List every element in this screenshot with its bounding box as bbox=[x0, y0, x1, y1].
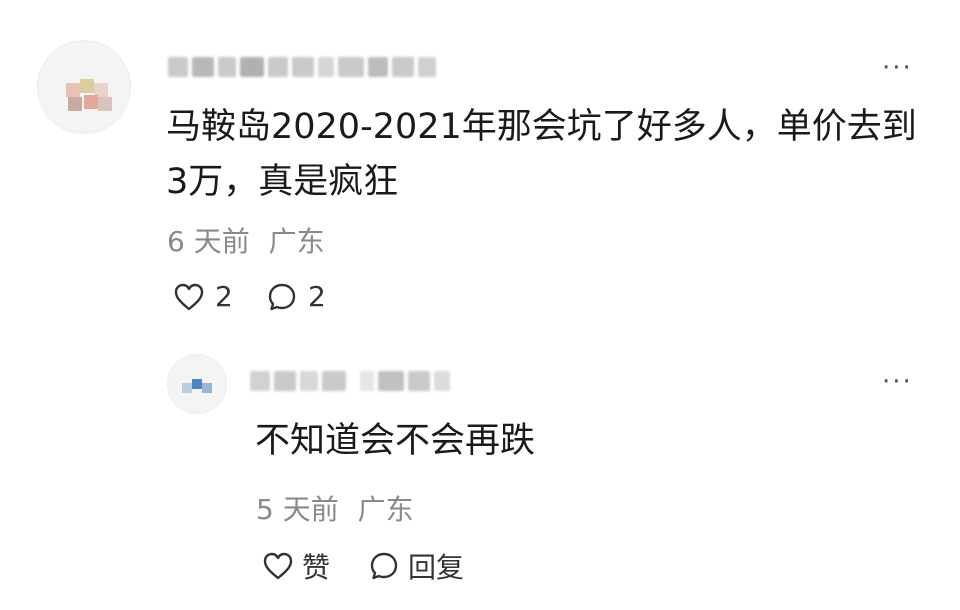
reply-like-button[interactable]: 赞 bbox=[262, 546, 330, 586]
reply-reply-button[interactable]: 回复 bbox=[368, 546, 464, 586]
comment-more-button[interactable]: ··· bbox=[882, 55, 913, 81]
heart-outline-icon bbox=[174, 283, 204, 310]
commenter-username-blurred[interactable] bbox=[168, 54, 436, 80]
replier-username-blurred[interactable] bbox=[250, 368, 450, 394]
replier-avatar[interactable] bbox=[167, 354, 227, 414]
reply-like-label: 赞 bbox=[302, 551, 331, 584]
commenter-avatar[interactable] bbox=[37, 40, 131, 134]
comment-text: 马鞍岛2020-2021年那会坑了好多人，单价去到3万，真是疯狂 bbox=[166, 107, 917, 202]
reply-time: 5 天前 bbox=[256, 493, 339, 526]
reply-text: 不知道会不会再跌 bbox=[255, 421, 536, 461]
comment-reply-button[interactable]: 2 bbox=[266, 280, 326, 313]
comment-reply-count: 2 bbox=[308, 280, 326, 313]
comment-like-count: 2 bbox=[215, 280, 233, 313]
reply-meta: 5 天前 广东 bbox=[256, 488, 414, 528]
comment-meta: 6 天前 广东 bbox=[167, 220, 325, 260]
comment-bubble-icon bbox=[268, 283, 296, 310]
reply-more-button[interactable]: ··· bbox=[882, 369, 913, 395]
comment: ··· 马鞍岛2020-2021年那会坑了好多人，单价去到3万，真是疯狂 6 天… bbox=[0, 0, 960, 330]
comment-bubble-icon bbox=[370, 552, 398, 580]
comment-like-button[interactable]: 2 bbox=[173, 280, 233, 313]
reply-reply-label: 回复 bbox=[408, 551, 465, 584]
reply: ··· 不知道会不会再跌 5 天前 广东 赞 回复 bbox=[0, 340, 960, 610]
reply-location: 广东 bbox=[357, 493, 414, 526]
comment-location: 广东 bbox=[268, 225, 325, 258]
comment-time: 6 天前 bbox=[167, 225, 250, 258]
heart-outline-icon bbox=[263, 552, 293, 580]
